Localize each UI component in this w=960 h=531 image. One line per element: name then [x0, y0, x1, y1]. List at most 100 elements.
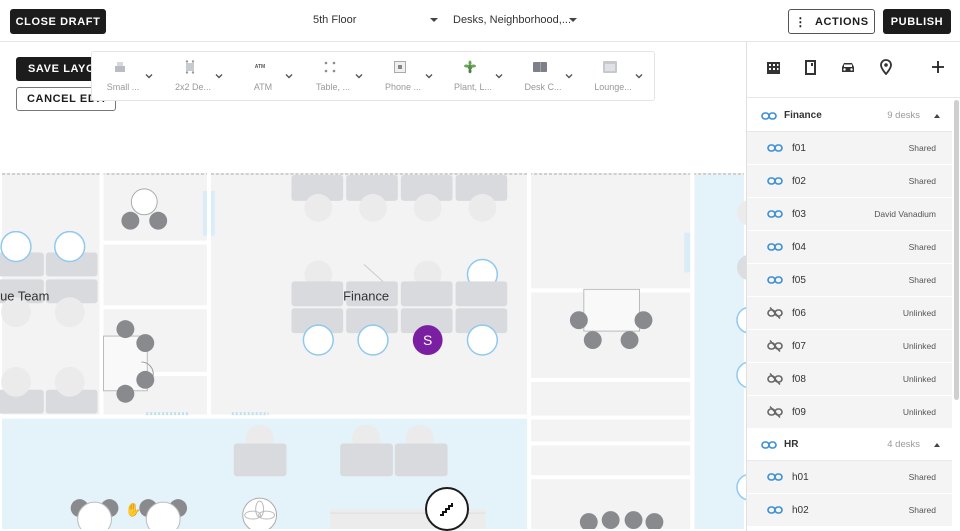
palette-item[interactable]: Desk C...	[512, 52, 582, 100]
palette-item-label: Lounge...	[594, 82, 632, 92]
desk-status: David Vanadium	[874, 209, 936, 219]
desk-status: Shared	[908, 505, 936, 515]
layer-select[interactable]: Desks, Neighborhood,...	[453, 12, 579, 28]
link-icon	[767, 243, 783, 251]
chevron-down-icon	[355, 74, 363, 79]
desk-row[interactable]: h01 Shared	[747, 461, 952, 494]
palette-item[interactable]: Small ...	[92, 52, 162, 100]
desk-name: f02	[792, 175, 806, 187]
desk-row[interactable]: f06 Unlinked	[747, 297, 952, 330]
palette-item-label: Desk C...	[524, 82, 562, 92]
link-icon	[767, 177, 783, 185]
table-icon	[320, 60, 340, 74]
unlink-icon	[767, 340, 783, 352]
sidebar-scrollbar[interactable]	[954, 100, 959, 400]
publish-button[interactable]: PUBLISH	[883, 9, 951, 34]
desk-row[interactable]: f07 Unlinked	[747, 330, 952, 363]
actions-label: ACTIONS	[814, 15, 869, 28]
actions-button[interactable]: ⋮ ACTIONS	[788, 9, 875, 34]
desk-list: Finance 9 desks f01 Shared f02 Shared f0…	[747, 100, 952, 531]
desk-cluster-icon	[180, 60, 200, 74]
floor-select-value: 5th Floor	[313, 14, 357, 26]
palette-item-label: 2x2 De...	[174, 82, 212, 92]
close-draft-button[interactable]: CLOSE DRAFT	[10, 9, 106, 34]
link-icon	[767, 506, 783, 514]
desk-row[interactable]: f01 Shared	[747, 132, 952, 165]
unlink-icon	[767, 373, 783, 385]
top-bar: CLOSE DRAFT 5th Floor Desks, Neighborhoo…	[0, 0, 960, 42]
link-icon	[761, 441, 777, 449]
floor-plan[interactable]: ue Team Finance S	[0, 173, 746, 529]
desk-row[interactable]: f04 Shared	[747, 231, 952, 264]
palette-item[interactable]: Lounge...	[582, 52, 652, 100]
group-name: Finance	[784, 110, 822, 121]
room-icon[interactable]	[802, 58, 820, 76]
group-name: HR	[784, 439, 799, 450]
desk-name: f08	[792, 373, 806, 385]
floor-select[interactable]: 5th Floor	[313, 12, 440, 28]
desk-chair-icon	[530, 60, 550, 74]
chevron-down-icon	[145, 74, 153, 79]
chevron-down-icon	[430, 18, 438, 22]
group-header-finance[interactable]: Finance 9 desks	[747, 100, 952, 132]
desk-row[interactable]: f05 Shared	[747, 264, 952, 297]
desk-status: Shared	[908, 176, 936, 186]
chevron-up-icon[interactable]	[934, 442, 940, 447]
desk-name: f07	[792, 340, 806, 352]
floorplan-canvas[interactable]: SAVE LAYOUT CANCEL EDIT Small ... 2x2 De…	[0, 42, 746, 531]
occupant-initial: S	[423, 332, 432, 348]
neighborhood-label-finance: Finance	[343, 288, 389, 303]
layer-select-value: Desks, Neighborhood,...	[453, 14, 572, 26]
palette-item[interactable]: ATM ATM	[232, 52, 302, 100]
group-header-hr[interactable]: HR 4 desks	[747, 429, 952, 461]
palette-item[interactable]: Table, ...	[302, 52, 372, 100]
desk-status: Unlinked	[902, 407, 936, 417]
chevron-down-icon	[569, 18, 577, 22]
desk-status: Unlinked	[902, 308, 936, 318]
chevron-down-icon	[215, 74, 223, 79]
stairs-icon	[440, 503, 453, 516]
group-count: 9 desks	[887, 110, 920, 121]
palette-item-label: Small ...	[106, 82, 140, 92]
car-icon[interactable]	[839, 58, 857, 76]
location-pin-icon[interactable]	[877, 58, 895, 76]
chevron-up-icon[interactable]	[934, 113, 940, 118]
palette-item-label: Table, ...	[315, 82, 351, 92]
desk-status: Shared	[908, 472, 936, 482]
stairs-button[interactable]	[425, 487, 469, 531]
desk-row[interactable]: f02 Shared	[747, 165, 952, 198]
side-zone	[695, 174, 744, 529]
desk-row[interactable]: f08 Unlinked	[747, 363, 952, 396]
lounge-icon	[600, 60, 620, 74]
palette-item[interactable]: 2x2 De...	[162, 52, 232, 100]
more-vertical-icon: ⋮	[794, 14, 807, 29]
desk-row[interactable]: h02 Shared	[747, 494, 952, 527]
link-icon	[767, 473, 783, 481]
atm-icon: ATM	[250, 60, 270, 74]
atm-icon-text: ATM	[254, 64, 266, 70]
palette-item[interactable]: Plant, L...	[442, 52, 512, 100]
desk-name: h02	[792, 504, 809, 516]
link-icon	[767, 210, 783, 218]
desk-name: f04	[792, 241, 806, 253]
desk-name: h01	[792, 471, 809, 483]
desk-row[interactable]: f09 Unlinked	[747, 396, 952, 429]
sidebar: Finance 9 desks f01 Shared f02 Shared f0…	[746, 42, 960, 531]
chevron-down-icon	[635, 74, 643, 79]
chevron-down-icon	[425, 74, 433, 79]
desk-name: f05	[792, 274, 806, 286]
phone-booth-icon	[390, 60, 410, 74]
plus-icon[interactable]	[929, 58, 947, 76]
desk-row[interactable]: f03 David Vanadium	[747, 198, 952, 231]
furniture-palette: Small ... 2x2 De... ATM ATM Table, ... P…	[91, 51, 655, 101]
desk-status: Shared	[908, 242, 936, 252]
hand-cursor-icon: ✋	[125, 502, 142, 517]
group-count: 4 desks	[887, 439, 920, 450]
palette-item[interactable]: Phone ...	[372, 52, 442, 100]
desk-status: Unlinked	[902, 374, 936, 384]
link-icon	[767, 276, 783, 284]
building-icon[interactable]	[764, 58, 782, 76]
palette-item-label: Plant, L...	[453, 82, 493, 92]
palette-item-label: Phone ...	[384, 82, 422, 92]
neighborhood-label-team: ue Team	[0, 288, 49, 303]
